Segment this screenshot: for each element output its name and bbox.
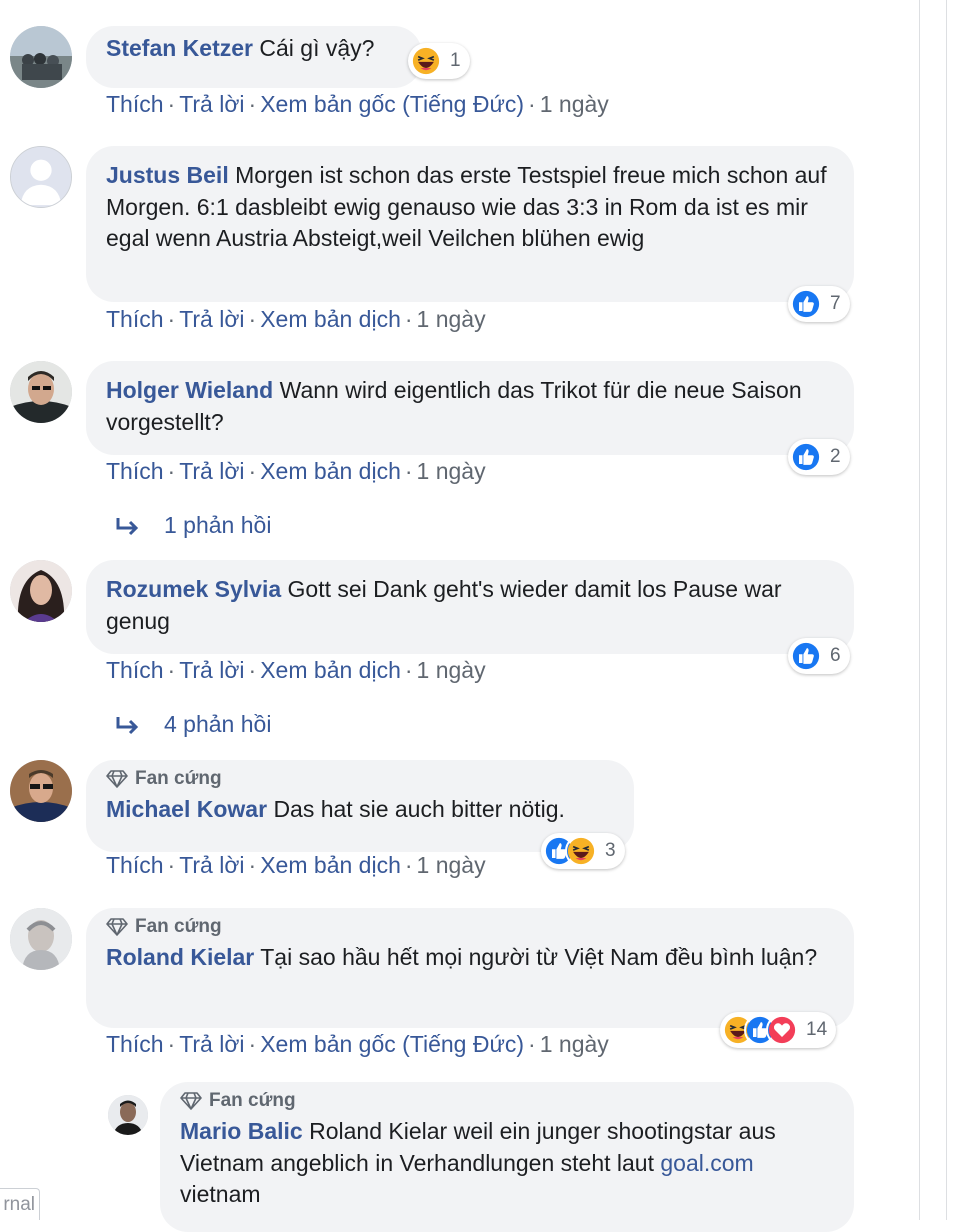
comment-author[interactable]: Rozumek Sylvia bbox=[106, 576, 281, 602]
see-translation-action[interactable]: Xem bản dịch bbox=[260, 458, 401, 484]
reply-action[interactable]: Trả lời bbox=[179, 458, 244, 484]
comment-author[interactable]: Holger Wieland bbox=[106, 377, 273, 403]
comment-text: Cái gì vậy? bbox=[259, 35, 375, 61]
reactions-summary[interactable]: 7 bbox=[788, 286, 850, 322]
comment-text: Das hat sie auch bitter nötig. bbox=[273, 796, 565, 822]
haha-icon bbox=[410, 45, 442, 77]
diamond-icon bbox=[106, 918, 128, 936]
reply-action[interactable]: Trả lời bbox=[179, 852, 244, 878]
comment-text: Tại sao hầu hết mọi người từ Việt Nam đề… bbox=[260, 944, 818, 970]
diamond-icon bbox=[180, 1092, 202, 1110]
reply-action[interactable]: Trả lời bbox=[179, 1031, 244, 1057]
comment-author[interactable]: Mario Balic bbox=[180, 1118, 303, 1144]
comment-bubble: Stefan Ketzer Cái gì vậy? bbox=[86, 26, 422, 88]
avatar[interactable] bbox=[10, 908, 72, 970]
goal-link[interactable]: goal.com bbox=[660, 1150, 753, 1176]
comment-author[interactable]: Justus Beil bbox=[106, 162, 229, 188]
reply-bubble: Fan cứng Mario Balic Roland Kielar weil … bbox=[160, 1082, 854, 1232]
comment-actions: Thích · Trả lời · Xem bản dịch · 1 ngày bbox=[106, 306, 486, 332]
like-icon bbox=[790, 640, 822, 672]
comment-timestamp[interactable]: 1 ngày bbox=[417, 458, 486, 484]
avatar[interactable] bbox=[10, 560, 72, 622]
reactions-summary[interactable]: 6 bbox=[788, 638, 850, 674]
badge-label: Fan cứng bbox=[209, 1090, 296, 1111]
badge-label: Fan cứng bbox=[135, 768, 222, 789]
comment-timestamp[interactable]: 1 ngày bbox=[417, 852, 486, 878]
comment-bubble: Justus Beil Morgen ist schon das erste T… bbox=[86, 146, 854, 302]
top-fan-badge: Fan cứng bbox=[106, 916, 834, 938]
comment-text-tail: vietnam bbox=[180, 1181, 261, 1207]
reply-arrow-icon bbox=[116, 517, 139, 535]
avatar[interactable] bbox=[10, 760, 72, 822]
replies-count-label[interactable]: 4 phản hồi bbox=[164, 711, 271, 738]
comment-actions: Thích · Trả lời · Xem bản dịch · 1 ngày bbox=[106, 852, 486, 878]
like-icon bbox=[790, 441, 822, 473]
comment-author[interactable]: Michael Kowar bbox=[106, 796, 267, 822]
comment-actions: Thích · Trả lời · Xem bản gốc (Tiếng Đức) · 1 … bbox=[106, 91, 609, 117]
reactions-summary[interactable]: 2 bbox=[788, 439, 850, 475]
diamond-icon bbox=[106, 770, 128, 788]
top-fan-badge: Fan cứng bbox=[180, 1090, 834, 1112]
comment-bubble: Holger Wieland Wann wird eigentlich das … bbox=[86, 361, 854, 455]
reactions-summary[interactable]: 14 bbox=[720, 1012, 837, 1048]
reaction-count: 14 bbox=[806, 1019, 828, 1040]
avatar[interactable] bbox=[10, 361, 72, 423]
pane-divider bbox=[946, 0, 947, 1220]
avatar[interactable] bbox=[108, 1095, 148, 1135]
reply-action[interactable]: Trả lời bbox=[179, 306, 244, 332]
haha-icon bbox=[565, 835, 597, 867]
pane-divider bbox=[919, 0, 920, 1220]
reactions-summary[interactable]: 3 bbox=[541, 833, 625, 869]
see-translation-action[interactable]: Xem bản dịch bbox=[260, 852, 401, 878]
comment-timestamp[interactable]: 1 ngày bbox=[540, 91, 609, 117]
like-action[interactable]: Thích bbox=[106, 1031, 164, 1057]
like-icon bbox=[790, 288, 822, 320]
reply-arrow-icon bbox=[116, 716, 139, 734]
like-action[interactable]: Thích bbox=[106, 306, 164, 332]
like-action[interactable]: Thích bbox=[106, 458, 164, 484]
see-original-action[interactable]: Xem bản gốc (Tiếng Đức) bbox=[260, 91, 524, 117]
reply-action[interactable]: Trả lời bbox=[179, 91, 244, 117]
like-action[interactable]: Thích bbox=[106, 852, 164, 878]
see-original-action[interactable]: Xem bản gốc (Tiếng Đức) bbox=[260, 1031, 524, 1057]
like-action[interactable]: Thích bbox=[106, 657, 164, 683]
see-translation-action[interactable]: Xem bản dịch bbox=[260, 306, 401, 332]
comment-timestamp[interactable]: 1 ngày bbox=[417, 657, 486, 683]
view-replies-link[interactable]: 1 phản hồi bbox=[114, 512, 271, 539]
reaction-count: 7 bbox=[830, 293, 841, 314]
reaction-count: 3 bbox=[605, 840, 616, 861]
reaction-count: 2 bbox=[830, 446, 841, 467]
like-action[interactable]: Thích bbox=[106, 91, 164, 117]
comment-author[interactable]: Roland Kielar bbox=[106, 944, 254, 970]
comment-actions: Thích · Trả lời · Xem bản gốc (Tiếng Đức) · 1 … bbox=[106, 1031, 609, 1057]
comment-actions: Thích · Trả lời · Xem bản dịch · 1 ngày bbox=[106, 458, 486, 484]
view-replies-link[interactable]: 4 phản hồi bbox=[114, 711, 271, 738]
reaction-count: 1 bbox=[450, 50, 461, 71]
love-icon bbox=[766, 1014, 798, 1046]
see-translation-action[interactable]: Xem bản dịch bbox=[260, 657, 401, 683]
reactions-summary[interactable]: 1 bbox=[408, 43, 470, 79]
comment-author[interactable]: Stefan Ketzer bbox=[106, 35, 253, 61]
badge-label: Fan cứng bbox=[135, 916, 222, 937]
reply-action[interactable]: Trả lời bbox=[179, 657, 244, 683]
replies-count-label[interactable]: 1 phản hồi bbox=[164, 512, 271, 539]
comment-actions: Thích · Trả lời · Xem bản dịch · 1 ngày bbox=[106, 657, 486, 683]
comment-timestamp[interactable]: 1 ngày bbox=[417, 306, 486, 332]
comment-bubble: Rozumek Sylvia Gott sei Dank geht's wied… bbox=[86, 560, 854, 654]
comment-bubble: Fan cứng Roland Kielar Tại sao hầu hết m… bbox=[86, 908, 854, 1028]
avatar[interactable] bbox=[10, 26, 72, 88]
top-fan-badge: Fan cứng bbox=[106, 768, 614, 790]
comment-timestamp[interactable]: 1 ngày bbox=[540, 1031, 609, 1057]
reaction-count: 6 bbox=[830, 645, 841, 666]
journal-tab[interactable]: rnal bbox=[0, 1188, 40, 1220]
default-avatar-icon[interactable] bbox=[10, 146, 72, 208]
